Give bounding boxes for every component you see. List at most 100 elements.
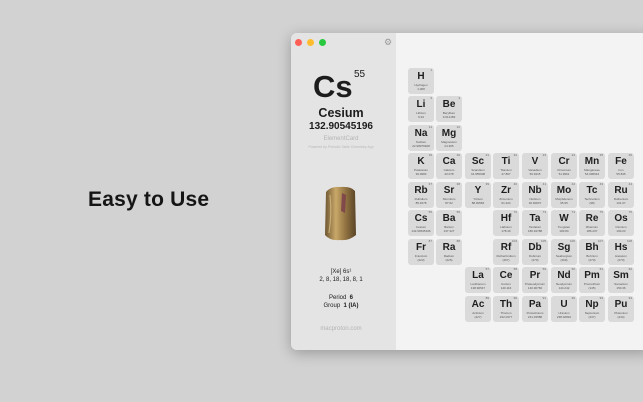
element-cell-mass: (269) [560,258,568,262]
element-cell-mass: 1.008 [417,87,425,91]
element-cell-rf[interactable]: 104 Rf Rutherfordium (267) [493,239,519,265]
minimize-window-button[interactable] [307,39,314,46]
element-cell-ca[interactable]: 20 Ca Calcium 40.078 [436,153,462,179]
element-cell-symbol: Bh [585,242,599,253]
element-detail-sidebar: ⚙ Cs 55 Cesium 132.90545196 ElementCard … [291,33,396,350]
element-cell-hs[interactable]: 108 Hs Hassium (270) [608,239,634,265]
element-cell-hf[interactable]: 72 Hf Hafnium 178.49 [493,210,519,236]
element-cell-y[interactable]: 39 Y Yttrium 88.90584 [465,182,491,208]
element-cell-mass: (223) [417,258,425,262]
element-cell-pm[interactable]: 61 Pm Promethium (145) [579,267,605,293]
element-cell-la[interactable]: 57 La Lanthanum 138.90547 [465,267,491,293]
element-cell-sg[interactable]: 106 Sg Seaborgium (269) [551,239,577,265]
element-cell-symbol: Be [442,99,456,110]
element-cell-ac[interactable]: 89 Ac Actinium (227) [465,296,491,322]
element-cell-mass: 24.305 [444,144,454,148]
element-cell-rb[interactable]: 37 Rb Rubidium 85.4678 [408,182,434,208]
element-cell-symbol: Tc [586,185,598,196]
element-cell-db[interactable]: 105 Db Dubnium (270) [522,239,548,265]
element-cell-mass: 190.23 [616,229,626,233]
element-cell-mo[interactable]: 42 Mo Molybdenum 95.95 [551,182,577,208]
element-cell-mg[interactable]: 12 Mg Magnesium 24.305 [436,125,462,151]
element-cell-nb[interactable]: 41 Nb Niobium 92.90637 [522,182,548,208]
element-cell-pr[interactable]: 59 Pr Praseodymium 140.90766 [522,267,548,293]
element-cell-mass: (270) [617,258,625,262]
element-cell-mn[interactable]: 25 Mn Manganese 54.938044 [579,153,605,179]
element-cell-ti[interactable]: 22 Ti Titanium 47.867 [493,153,519,179]
element-cell-mass: 144.242 [558,286,570,290]
element-cell-symbol: Sm [613,270,629,281]
element-cell-mass: 91.224 [501,201,511,205]
element-cell-symbol: La [472,270,484,281]
element-cell-mass: 140.116 [500,286,512,290]
element-cell-sr[interactable]: 38 Sr Strontium 87.62 [436,182,462,208]
element-cell-ce[interactable]: 58 Ce Cerium 140.116 [493,267,519,293]
element-cell-mass: 6.94 [418,115,424,119]
element-cell-mass: 178.49 [501,229,511,233]
element-cell-mass: 138.90547 [470,286,486,290]
element-cell-ta[interactable]: 73 Ta Tantalum 180.94788 [522,210,548,236]
element-cell-re[interactable]: 75 Re Rhenium 186.207 [579,210,605,236]
element-cell-mass: (270) [588,258,596,262]
element-name: Cesium [318,106,364,120]
element-cell-symbol: Fr [416,242,426,253]
element-cell-symbol: Ba [442,213,456,224]
element-cell-fe[interactable]: 26 Fe Iron 55.845 [608,153,634,179]
element-cell-symbol: Sr [443,185,455,196]
element-cell-symbol: Zr [501,185,511,196]
element-symbol: Cs [313,69,353,104]
element-cell-w[interactable]: 74 W Tungsten 183.84 [551,210,577,236]
element-cell-mass: 40.078 [444,172,454,176]
element-cell-nd[interactable]: 60 Nd Neodymium 144.242 [551,267,577,293]
element-cell-symbol: Th [499,299,513,310]
element-cell-symbol: Fe [615,156,627,167]
element-cell-ba[interactable]: 56 Ba Barium 137.327 [436,210,462,236]
element-cell-k[interactable]: 19 K Potassium 39.0983 [408,153,434,179]
element-cell-cr[interactable]: 24 Cr Chromium 51.9961 [551,153,577,179]
element-cell-zr[interactable]: 40 Zr Zirconium 91.224 [493,182,519,208]
element-cell-sm[interactable]: 62 Sm Samarium 150.36 [608,267,634,293]
element-cell-ru[interactable]: 44 Ru Ruthenium 101.07 [608,182,634,208]
element-cell-th[interactable]: 90 Th Thorium 232.0377 [493,296,519,322]
element-cell-symbol: Pa [528,299,542,310]
element-cell-symbol: Rf [500,242,512,253]
element-cell-mass: 39.0983 [415,172,427,176]
element-cell-mass: 9.012183 [442,115,456,119]
element-cell-mass: 137.327 [443,229,455,233]
element-cell-pu[interactable]: 94 Pu Plutonium (244) [608,296,634,322]
close-window-button[interactable] [295,39,302,46]
settings-gear-icon[interactable]: ⚙ [384,38,392,47]
element-cell-symbol: Hs [614,242,628,253]
element-cell-mass: (227) [474,315,482,319]
element-cell-symbol: Db [528,242,542,253]
element-cell-be[interactable]: 4 Be Beryllium 9.012183 [436,96,462,122]
element-cell-v[interactable]: 23 V Vanadium 50.9415 [522,153,548,179]
element-cell-fr[interactable]: 87 Fr Francium (223) [408,239,434,265]
element-cell-u[interactable]: 92 U Uranium 238.02891 [551,296,577,322]
website-link[interactable]: macproton.com [291,326,391,332]
element-cell-li[interactable]: 3 Li Lithium 6.94 [408,96,434,122]
element-cell-sc[interactable]: 21 Sc Scandium 44.955908 [465,153,491,179]
element-cell-mass: (237) [588,315,596,319]
element-cell-symbol: Ca [442,156,456,167]
element-cell-bh[interactable]: 107 Bh Bohrium (270) [579,239,605,265]
element-cell-pa[interactable]: 91 Pa Protactinium 231.03588 [522,296,548,322]
element-cell-h[interactable]: 1 H Hydrogen 1.008 [408,68,434,94]
zoom-window-button[interactable] [319,39,326,46]
element-cell-symbol: Cr [558,156,570,167]
element-cell-mass: 47.867 [501,172,511,176]
element-cell-ra[interactable]: 88 Ra Radium (226) [436,239,462,265]
element-cell-tc[interactable]: 43 Tc Technetium (98) [579,182,605,208]
element-cell-np[interactable]: 93 Np Neptunium (237) [579,296,605,322]
brand-label: ElementCard [323,136,359,142]
element-cell-symbol: Ta [529,213,541,224]
element-cell-symbol: W [559,213,569,224]
element-cell-symbol: Ce [499,270,513,281]
element-cell-symbol: Mn [584,156,600,167]
element-cell-mass: 50.9415 [529,172,541,176]
element-cell-os[interactable]: 76 Os Osmium 190.23 [608,210,634,236]
element-cell-na[interactable]: 11 Na Sodium 22.98976928 [408,125,434,151]
element-cell-mass: 54.938044 [584,172,600,176]
element-cell-cs[interactable]: 55 Cs Cesium 132.90545196 [408,210,434,236]
element-cell-mass: 55.845 [616,172,626,176]
